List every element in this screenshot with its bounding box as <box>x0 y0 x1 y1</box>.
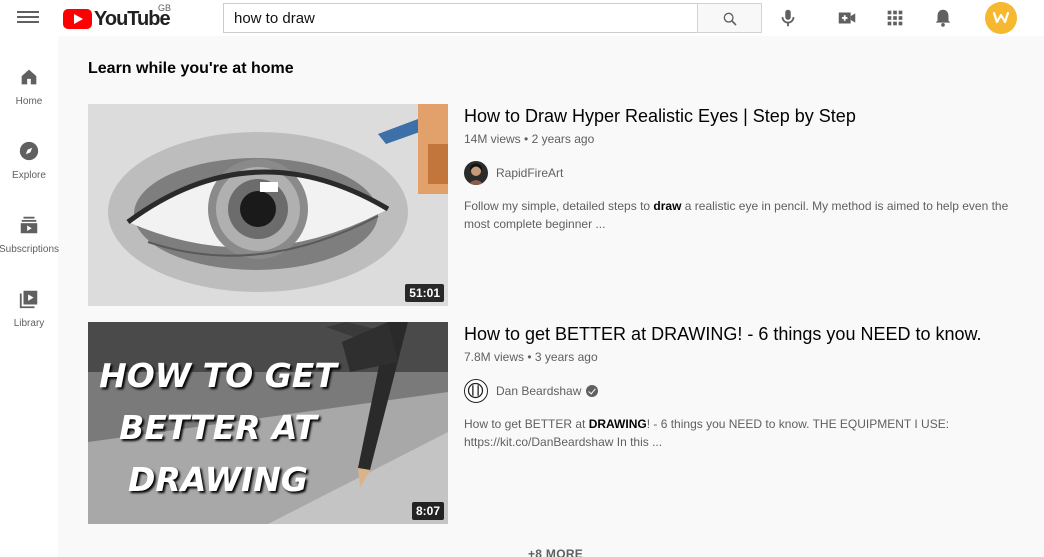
thumbnail-text-line: BETTER AT <box>119 408 317 447</box>
microphone-icon <box>781 9 795 27</box>
top-bar: YouTube GB <box>0 0 1044 36</box>
eye-drawing-image <box>88 104 448 306</box>
create-button[interactable] <box>836 7 858 29</box>
video-title[interactable]: How to Draw Hyper Realistic Eyes | Step … <box>464 106 856 127</box>
channel-name: Dan Beardshaw <box>496 384 582 398</box>
search-box <box>223 3 698 33</box>
sidebar: Home Explore Subscriptions Library <box>0 36 59 557</box>
video-thumbnail[interactable]: HOW TO GET BETTER AT DRAWING 8:07 <box>88 322 448 524</box>
youtube-play-icon <box>63 9 92 29</box>
video-description: Follow my simple, detailed steps to draw… <box>464 197 1034 233</box>
upload-age: 2 years ago <box>531 132 595 146</box>
channel-link[interactable]: Dan Beardshaw <box>464 379 599 403</box>
video-metadata: 7.8M views • 3 years ago <box>464 350 598 364</box>
voice-search-button[interactable] <box>777 7 799 29</box>
view-count: 7.8M views <box>464 350 525 364</box>
video-result: HOW TO GET BETTER AT DRAWING 8:07 How to… <box>88 322 1028 524</box>
apps-button[interactable] <box>884 7 906 29</box>
upload-age: 3 years ago <box>534 350 598 364</box>
search-button[interactable] <box>697 3 762 33</box>
verified-check-icon <box>586 385 599 397</box>
view-count: 14M views <box>464 132 521 146</box>
description-text: Follow my simple, detailed steps to <box>464 199 654 213</box>
channel-avatar <box>464 379 488 403</box>
search-icon <box>723 12 737 26</box>
video-duration: 51:01 <box>405 284 444 302</box>
video-result: 51:01 How to Draw Hyper Realistic Eyes |… <box>88 104 1028 306</box>
video-camera-add-icon <box>838 12 856 24</box>
description-text: How to get BETTER at <box>464 417 589 431</box>
sidebar-item-label: Explore <box>12 170 46 181</box>
bell-icon <box>935 9 951 27</box>
video-metadata: 14M views • 2 years ago <box>464 132 595 146</box>
video-thumbnail[interactable]: 51:01 <box>88 104 448 306</box>
menu-icon[interactable] <box>16 8 40 28</box>
sidebar-item-label: Subscriptions <box>0 244 60 255</box>
video-description: How to get BETTER at DRAWING! - 6 things… <box>464 415 1034 451</box>
avatar-logo-icon <box>992 11 1010 24</box>
video-duration: 8:07 <box>411 502 444 520</box>
description-highlight: DRAWING <box>588 417 647 431</box>
video-title[interactable]: How to get BETTER at DRAWING! - 6 things… <box>464 324 982 345</box>
youtube-logo[interactable]: YouTube <box>63 8 171 30</box>
sidebar-item-subscriptions[interactable]: Subscriptions <box>0 184 59 255</box>
description-highlight: draw <box>653 199 682 213</box>
sidebar-item-label: Library <box>13 318 45 329</box>
notifications-button[interactable] <box>932 7 954 29</box>
library-icon <box>19 290 38 309</box>
home-icon <box>21 69 37 85</box>
sidebar-item-library[interactable]: Library <box>0 258 58 329</box>
thumbnail-text-line: DRAWING <box>128 460 308 499</box>
show-more-button[interactable]: +8 MORE <box>528 547 583 557</box>
compass-icon <box>19 141 39 161</box>
account-avatar[interactable] <box>985 2 1017 34</box>
section-title: Learn while you're at home <box>88 60 294 77</box>
channel-name: RapidFireArt <box>496 166 564 180</box>
region-code: GB <box>158 3 172 13</box>
subscriptions-icon <box>20 216 38 234</box>
sidebar-item-home[interactable]: Home <box>0 36 58 107</box>
thumbnail-text-line: HOW TO GET <box>99 356 337 395</box>
search-input[interactable] <box>224 4 698 32</box>
sidebar-item-explore[interactable]: Explore <box>0 110 58 181</box>
channel-link[interactable]: RapidFireArt <box>464 161 563 185</box>
channel-avatar <box>464 161 488 185</box>
apps-grid-icon <box>887 10 903 26</box>
thumbnail-overlay-text: HOW TO GET BETTER AT DRAWING <box>88 350 348 506</box>
sidebar-item-label: Home <box>15 96 43 107</box>
